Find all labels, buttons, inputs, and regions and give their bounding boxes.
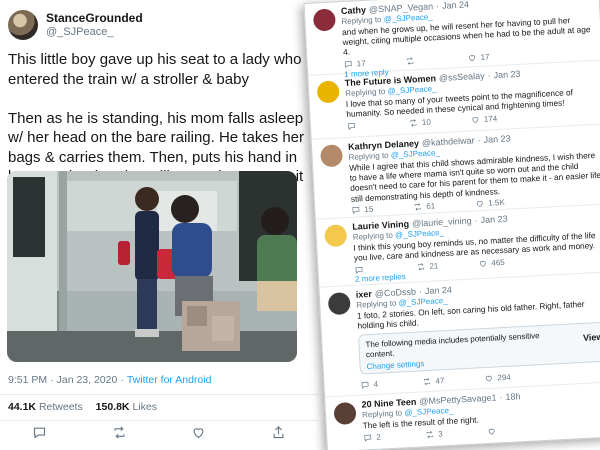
- retweet-count[interactable]: 44.1K: [8, 401, 36, 413]
- like-count: 294: [497, 372, 511, 383]
- avatar[interactable]: [333, 401, 357, 426]
- retweet-arrows-icon: [114, 426, 125, 439]
- tweet-date[interactable]: Jan 23, 2020: [57, 374, 118, 386]
- reply-button[interactable]: 4: [360, 377, 422, 389]
- like-count: 1.5K: [488, 198, 505, 208]
- reply-author-handle[interactable]: @laurie_vining: [412, 216, 472, 229]
- reply-date: Jan 23: [483, 133, 511, 145]
- retweet-arrows-icon: [423, 377, 431, 386]
- like-count: 174: [483, 113, 498, 124]
- retweet-button[interactable]: 3: [425, 427, 487, 439]
- reply-item[interactable]: Kathryn Delaney @kathdelwar · Jan 23 Replyi…: [311, 124, 600, 220]
- main-tweet-card: StanceGrounded @_SJPeace_ This little bo…: [0, 0, 318, 450]
- reply-button[interactable]: 15: [351, 203, 413, 215]
- heart-icon: [476, 201, 483, 208]
- divider: [0, 394, 318, 395]
- heart-icon: [472, 117, 479, 124]
- tweet-header: StanceGrounded @_SJPeace_: [8, 8, 308, 42]
- avatar[interactable]: [324, 224, 348, 248]
- heart-icon: [488, 428, 495, 435]
- view-media-button[interactable]: View: [583, 332, 600, 343]
- reply-author-handle[interactable]: @kathdelwar: [422, 135, 475, 148]
- retweet-arrows-icon: [417, 263, 425, 271]
- reply-item[interactable]: ixer @CoDssb · Jan 24 Replying to @_SJPeace…: [319, 272, 600, 398]
- heart-icon: [485, 375, 492, 382]
- retweet-arrows-icon: [426, 430, 433, 438]
- reply-count: 2: [376, 432, 381, 442]
- comment-bubble-icon: [352, 207, 360, 215]
- like-button[interactable]: 1.5K: [475, 196, 537, 208]
- comment-bubble-icon: [355, 266, 363, 274]
- like-button[interactable]: 294: [484, 371, 546, 383]
- reply-button[interactable]: 2: [363, 430, 425, 442]
- author-names: StanceGrounded @_SJPeace_: [46, 11, 143, 39]
- like-count[interactable]: 150.8K: [96, 401, 130, 413]
- avatar[interactable]: [312, 8, 336, 32]
- comment-bubble-icon: [361, 381, 369, 389]
- like-count: 465: [491, 257, 505, 268]
- heart-icon: [479, 260, 486, 267]
- reply-author-name[interactable]: Cathy: [341, 5, 367, 16]
- reply-count: 15: [364, 205, 374, 215]
- tweet-action-bar: [0, 424, 318, 446]
- retweet-button[interactable]: 61: [413, 200, 475, 212]
- reply-date: 18h: [505, 391, 521, 403]
- reply-date: Jan 23: [480, 213, 508, 226]
- tweet-time[interactable]: 9:51 PM: [8, 374, 47, 386]
- reply-date: Jan 23: [493, 68, 521, 81]
- comment-bubble-icon: [34, 427, 46, 439]
- reply-author-handle[interactable]: @ssSealay: [439, 71, 485, 83]
- retweet-label[interactable]: Retweets: [39, 401, 83, 413]
- like-button[interactable]: 174: [471, 112, 533, 124]
- retweet-button[interactable]: 10: [409, 115, 471, 127]
- share-icon: [273, 426, 284, 439]
- reply-count: 4: [373, 379, 379, 389]
- heart-icon: [469, 55, 476, 62]
- tweet-stats: 44.1K Retweets 150.8K Likes: [8, 401, 157, 413]
- author-avatar[interactable]: [8, 10, 38, 40]
- retweet-arrows-icon: [407, 57, 414, 65]
- tweet-timestamp: 9:51 PM · Jan 23, 2020 · Twitter for Android: [8, 374, 212, 386]
- retweet-button[interactable]: 47: [422, 374, 484, 386]
- retweet-arrows-icon: [414, 203, 421, 211]
- reply-author-name[interactable]: ixer: [356, 289, 373, 300]
- retweet-arrows-icon: [410, 119, 417, 127]
- author-name[interactable]: StanceGrounded: [46, 11, 143, 25]
- tweet-source[interactable]: Twitter for Android: [127, 374, 212, 386]
- divider: [0, 420, 318, 421]
- retweet-count: 61: [426, 201, 436, 212]
- like-button[interactable]: [487, 423, 549, 435]
- avatar[interactable]: [319, 144, 344, 168]
- reply-date: Jan 24: [441, 0, 470, 11]
- author-handle[interactable]: @_SJPeace_: [46, 25, 143, 39]
- replies-panel: Cathy @SNAP_Vegan · Jan 24 Replying to @_SJ…: [303, 0, 600, 450]
- retweet-count: 21: [429, 261, 439, 271]
- avatar[interactable]: [316, 80, 340, 104]
- retweet-count: 47: [435, 376, 445, 386]
- avatar[interactable]: [327, 292, 351, 316]
- reply-count: 17: [356, 59, 366, 69]
- reply-button[interactable]: [347, 119, 409, 131]
- tweet-photo[interactable]: [7, 171, 297, 362]
- reply-date: Jan 24: [424, 284, 453, 297]
- like-button[interactable]: [191, 425, 206, 445]
- train-photo-image: [7, 171, 297, 362]
- heart-icon: [193, 428, 204, 439]
- reply-button[interactable]: [32, 425, 47, 445]
- like-count: 17: [480, 52, 490, 62]
- retweet-count: 3: [437, 429, 443, 439]
- comment-bubble-icon: [344, 61, 352, 69]
- comment-bubble-icon: [364, 434, 372, 442]
- comment-bubble-icon: [348, 122, 355, 130]
- retweet-button[interactable]: [112, 425, 127, 445]
- share-button[interactable]: [271, 425, 286, 445]
- like-label[interactable]: Likes: [132, 401, 157, 413]
- retweet-count: 10: [421, 117, 432, 127]
